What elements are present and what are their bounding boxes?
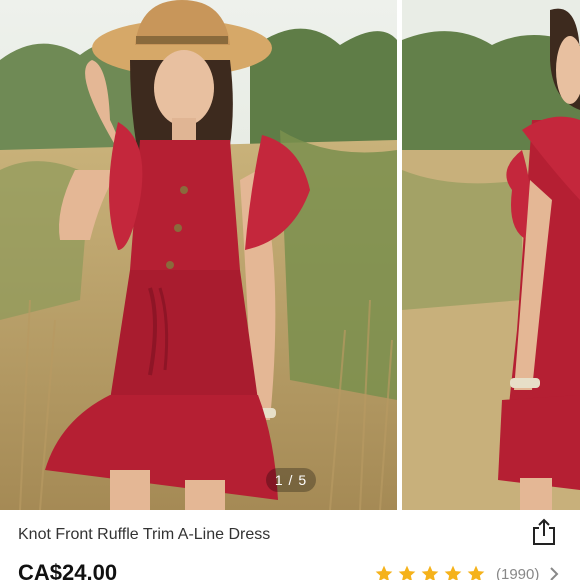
image-counter: 1 / 5 bbox=[266, 468, 316, 492]
product-photo-side bbox=[402, 0, 580, 510]
product-photo-front bbox=[0, 0, 397, 510]
chevron-right-icon bbox=[550, 567, 559, 580]
star-icon bbox=[467, 565, 485, 580]
star-icon bbox=[421, 565, 439, 580]
product-info: Knot Front Ruffle Trim A-Line Dress CA$2… bbox=[0, 510, 580, 580]
star-icon bbox=[375, 565, 393, 580]
share-icon bbox=[533, 518, 555, 545]
star-icon bbox=[444, 565, 462, 580]
review-count: (1990) bbox=[496, 565, 540, 580]
product-page: 1 / 5 Knot Front Ruffle Trim A-Line Dres… bbox=[0, 0, 580, 580]
rating-stars bbox=[374, 564, 486, 580]
carousel-slide-main[interactable] bbox=[0, 0, 397, 510]
product-title: Knot Front Ruffle Trim A-Line Dress bbox=[18, 526, 271, 543]
rating-summary[interactable]: (1990) bbox=[374, 564, 559, 580]
product-price: CA$24.00 bbox=[18, 560, 118, 580]
star-icon bbox=[398, 565, 416, 580]
carousel-slide-next[interactable] bbox=[402, 0, 580, 510]
share-button[interactable] bbox=[528, 516, 560, 548]
product-image-carousel[interactable]: 1 / 5 bbox=[0, 0, 580, 510]
